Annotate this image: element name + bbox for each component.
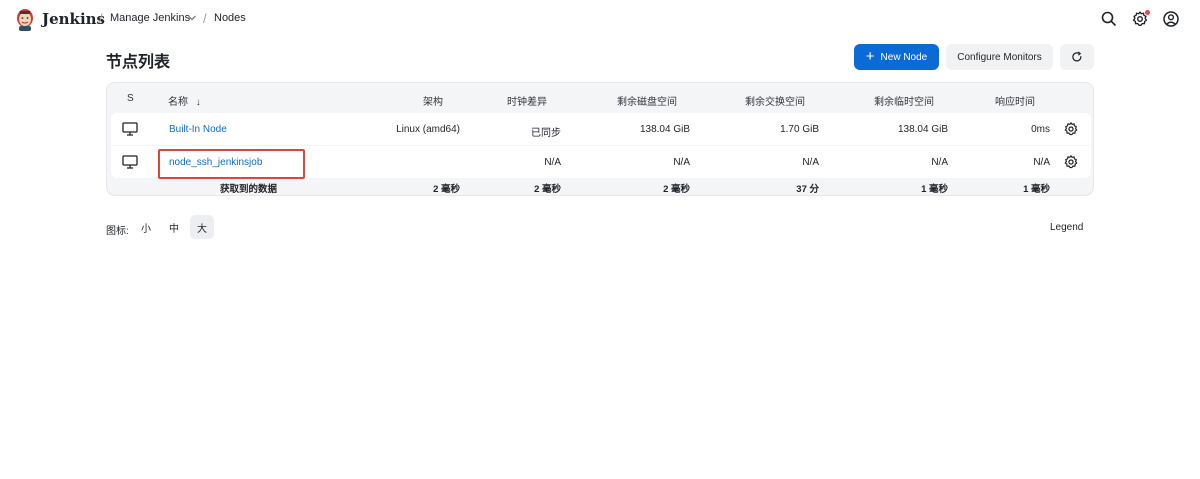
node-arch: Linux (amd64) bbox=[396, 124, 460, 135]
configure-monitors-button[interactable]: Configure Monitors bbox=[946, 44, 1053, 70]
node-response: N/A bbox=[1033, 157, 1050, 168]
refresh-icon bbox=[1072, 51, 1082, 62]
footer-label: 获取到的数据 bbox=[220, 184, 278, 195]
computer-icon bbox=[122, 155, 138, 169]
page-title: 节点列表 bbox=[106, 54, 171, 71]
top-header: Jenkins / Manage Jenkins / Nodes bbox=[0, 0, 1200, 38]
breadcrumb-nodes[interactable]: Nodes bbox=[214, 12, 246, 24]
node-swap: N/A bbox=[802, 157, 819, 168]
icon-size-small[interactable]: 小 bbox=[134, 215, 158, 239]
column-header-name-label: 名称 bbox=[168, 97, 188, 108]
icon-size-medium[interactable]: 中 bbox=[162, 215, 186, 239]
new-node-button[interactable]: + New Node bbox=[854, 44, 939, 70]
node-disk: 138.04 GiB bbox=[639, 124, 690, 135]
icon-size-label: 图标: bbox=[106, 226, 129, 237]
column-header-temp[interactable]: 剩余临时空间 bbox=[874, 93, 934, 108]
node-clock: N/A bbox=[544, 157, 561, 168]
sort-down-arrow-icon: ↓ bbox=[195, 97, 201, 108]
footer-temp: 1 毫秒 bbox=[921, 184, 948, 195]
legend-link[interactable]: Legend bbox=[1050, 222, 1083, 233]
node-settings-icon[interactable] bbox=[1063, 121, 1079, 137]
plus-icon: + bbox=[865, 48, 875, 65]
icon-size-large[interactable]: 大 bbox=[190, 215, 214, 239]
column-header-swap[interactable]: 剩余交换空间 bbox=[745, 93, 805, 108]
node-name-link[interactable]: Built-In Node bbox=[169, 124, 227, 135]
footer-clock: 2 毫秒 bbox=[534, 184, 561, 195]
brand-name[interactable]: Jenkins bbox=[42, 10, 105, 28]
computer-icon bbox=[122, 122, 138, 136]
column-header-clock[interactable]: 时钟差异 bbox=[507, 93, 547, 108]
new-node-label: New Node bbox=[880, 51, 928, 63]
footer-swap: 37 分 bbox=[796, 184, 819, 195]
highlight-box bbox=[158, 149, 305, 179]
node-swap: 1.70 GiB bbox=[780, 124, 819, 135]
user-icon[interactable] bbox=[1162, 10, 1180, 28]
footer-arch: 2 毫秒 bbox=[433, 184, 460, 195]
refresh-button[interactable] bbox=[1060, 44, 1094, 70]
breadcrumb-manage-jenkins[interactable]: Manage Jenkins bbox=[110, 12, 190, 24]
jenkins-logo-icon[interactable] bbox=[14, 6, 36, 32]
footer-disk: 2 毫秒 bbox=[663, 184, 690, 195]
notification-dot bbox=[1145, 10, 1150, 15]
node-temp: N/A bbox=[931, 157, 948, 168]
node-clock: 已同步 bbox=[531, 128, 561, 139]
chevron-down-icon[interactable] bbox=[187, 13, 197, 23]
node-temp: 138.04 GiB bbox=[897, 124, 948, 135]
column-header-response[interactable]: 响应时间 bbox=[995, 93, 1035, 108]
node-settings-icon[interactable] bbox=[1063, 154, 1079, 170]
footer-response: 1 毫秒 bbox=[1023, 184, 1050, 195]
column-header-name[interactable]: 名称 ↓ bbox=[168, 93, 201, 108]
table-row: Built-In Node Linux (amd64) 已同步 138.04 G… bbox=[111, 113, 1091, 145]
node-disk: N/A bbox=[673, 157, 690, 168]
column-header-disk[interactable]: 剩余磁盘空间 bbox=[617, 93, 677, 108]
node-response: 0ms bbox=[1031, 124, 1050, 135]
search-icon[interactable] bbox=[1100, 10, 1118, 28]
column-header-status[interactable]: S bbox=[127, 93, 134, 104]
column-header-arch[interactable]: 架构 bbox=[423, 93, 443, 108]
breadcrumb-separator: / bbox=[203, 11, 207, 26]
breadcrumb-separator: / bbox=[99, 11, 103, 26]
